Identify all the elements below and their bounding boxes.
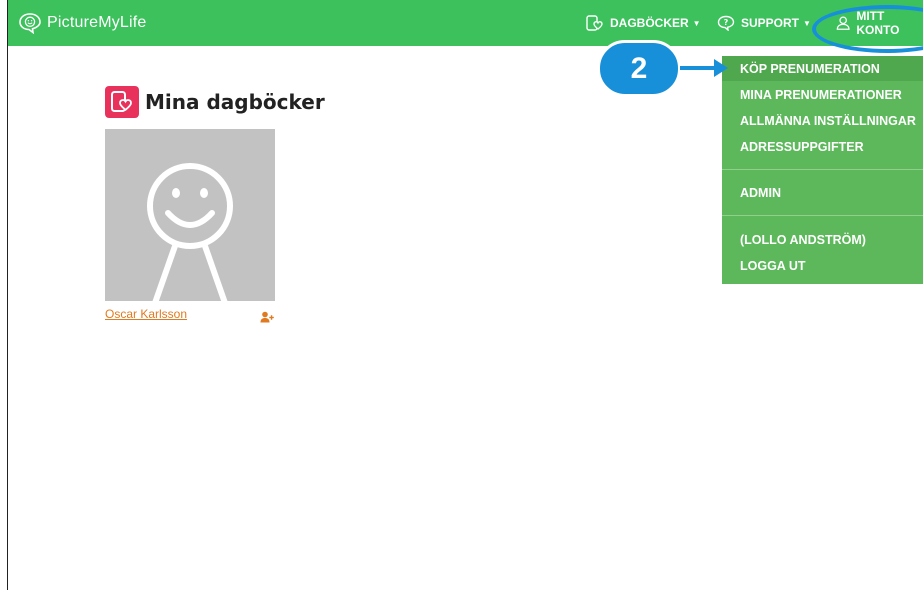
menu-item-admin[interactable]: ADMIN xyxy=(740,186,781,200)
menu-item-buy-subscription[interactable]: KÖP PRENUMERATION xyxy=(740,62,880,76)
diary-avatar[interactable] xyxy=(105,129,275,301)
annotation-arrow xyxy=(680,66,716,70)
brand-name: PictureMyLife xyxy=(47,14,147,31)
diary-owner-link[interactable]: Oscar Karlsson xyxy=(105,307,187,321)
menu-item-my-subscriptions[interactable]: MINA PRENUMERATIONER xyxy=(740,88,902,102)
smiley-person-icon xyxy=(147,163,233,301)
speech-bubble-smiley-icon xyxy=(19,13,41,34)
step-badge: 2 xyxy=(597,40,681,97)
arrow-head-icon xyxy=(714,59,728,77)
brand-logo[interactable]: PictureMyLife xyxy=(18,11,147,35)
diary-icon xyxy=(586,15,603,31)
speech-bubble-icon: ? xyxy=(717,15,735,31)
page-heading: Mina dagböcker xyxy=(105,86,325,118)
add-user-icon[interactable] xyxy=(260,310,274,328)
window-edge xyxy=(7,0,8,590)
menu-item-general-settings[interactable]: ALLMÄNNA INSTÄLLNINGAR xyxy=(740,114,916,128)
menu-item-user-name: (LOLLO ANDSTRÖM) xyxy=(740,233,866,247)
menu-item-logout[interactable]: LOGGA UT xyxy=(740,259,806,273)
nav-diaries[interactable]: DAGBÖCKER ▼ xyxy=(586,14,701,32)
menu-divider xyxy=(722,169,923,170)
page-title: Mina dagböcker xyxy=(145,90,325,114)
nav-support[interactable]: ? SUPPORT ▼ xyxy=(717,14,811,32)
top-navbar: PictureMyLife DAGBÖCKER ▼ ? SUPPORT ▼ MI… xyxy=(8,0,923,46)
menu-item-address-details[interactable]: ADRESSUPPGIFTER xyxy=(740,140,864,154)
account-dropdown-menu: KÖP PRENUMERATION MINA PRENUMERATIONER A… xyxy=(722,56,923,284)
svg-text:?: ? xyxy=(724,18,729,27)
diary-heart-icon xyxy=(105,86,139,118)
nav-support-label: SUPPORT xyxy=(741,16,800,30)
nav-diaries-label: DAGBÖCKER xyxy=(610,16,689,30)
caret-down-icon: ▼ xyxy=(803,18,811,28)
menu-divider xyxy=(722,215,923,216)
caret-down-icon: ▼ xyxy=(692,18,701,28)
